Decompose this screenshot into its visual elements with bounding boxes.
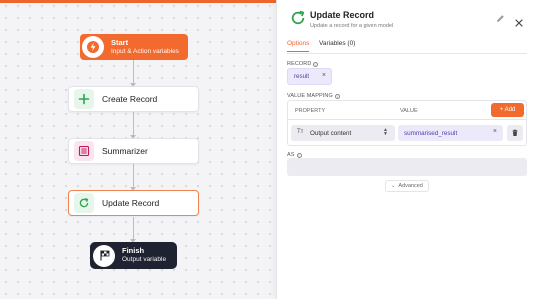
- lightning-icon: [82, 36, 104, 58]
- property-value: Output content: [310, 129, 352, 137]
- info-icon: i: [313, 61, 319, 67]
- as-input[interactable]: [287, 158, 527, 176]
- summarizer-icon: [74, 141, 94, 161]
- finish-node-subtitle: Output variable: [122, 256, 167, 264]
- value-chip[interactable]: summarised_result ×: [398, 125, 503, 141]
- finish-node-title: Finish: [122, 246, 145, 256]
- summarizer-node[interactable]: Summarizer: [68, 138, 199, 164]
- trash-icon: [512, 129, 518, 136]
- column-header-property: PROPERTY: [295, 108, 326, 114]
- create-record-label: Create Record: [102, 94, 158, 104]
- column-header-value: VALUE: [400, 108, 418, 114]
- refresh-icon: [74, 193, 94, 213]
- mapping-value: summarised_result: [404, 129, 458, 137]
- record-value: result: [294, 73, 310, 80]
- top-accent-bar: [0, 0, 276, 3]
- chevron-down-icon: ⌄: [391, 183, 396, 189]
- info-icon: i: [334, 93, 340, 99]
- remove-value-icon[interactable]: ×: [493, 128, 497, 135]
- create-record-node[interactable]: Create Record: [68, 86, 199, 112]
- update-record-node[interactable]: Update Record: [68, 190, 199, 216]
- value-mapping-table: PROPERTY VALUE + Add Tт Output content ▲…: [287, 100, 527, 146]
- value-mapping-header: PROPERTY VALUE + Add: [288, 101, 526, 120]
- start-node[interactable]: Start Input & Action variables: [80, 34, 188, 60]
- record-section-label: RECORD i: [287, 61, 319, 67]
- value-mapping-label: VALUE MAPPING: [287, 93, 333, 99]
- delete-row-button[interactable]: [507, 125, 523, 141]
- advanced-button[interactable]: ⌄ Advanced: [385, 180, 429, 192]
- refresh-icon: [291, 10, 305, 25]
- value-mapping-section-label: VALUE MAPPING i: [287, 93, 340, 99]
- panel-description: Update a record for a given model: [310, 23, 394, 29]
- edit-pencil-icon[interactable]: [496, 10, 505, 28]
- edge-summarizer-update: [130, 164, 136, 191]
- start-node-subtitle: Input & Action variables: [111, 47, 179, 55]
- panel-header-icon: [289, 9, 307, 27]
- close-icon[interactable]: [515, 14, 523, 32]
- checkered-flag-icon: [93, 244, 115, 267]
- panel-title: Update Record: [310, 10, 375, 20]
- record-chip[interactable]: result ×: [287, 68, 332, 85]
- add-mapping-button[interactable]: + Add: [491, 103, 524, 117]
- summarizer-label: Summarizer: [102, 146, 148, 156]
- text-type-icon: Tт: [297, 129, 304, 135]
- record-label: RECORD: [287, 61, 312, 67]
- property-select[interactable]: Tт Output content ▲ ▼: [291, 125, 395, 141]
- edge-create-summarizer: [130, 112, 136, 139]
- finish-node[interactable]: Finish Output variable: [90, 242, 177, 269]
- start-node-title: Start: [111, 37, 129, 47]
- remove-record-icon[interactable]: ×: [322, 72, 326, 79]
- panel-tabs: Options Variables (0): [287, 38, 527, 54]
- tab-variables[interactable]: Variables (0): [319, 40, 355, 51]
- edge-start-create: [130, 60, 136, 87]
- node-settings-panel: Update Record Update a record for a give…: [276, 0, 536, 299]
- edge-update-finish: [130, 217, 136, 243]
- advanced-label: Advanced: [398, 183, 423, 189]
- plus-icon: [74, 89, 94, 109]
- select-arrows-icon: ▲ ▼: [383, 127, 388, 137]
- info-icon: i: [296, 152, 302, 158]
- update-record-label: Update Record: [102, 198, 160, 208]
- workflow-canvas[interactable]: Start Input & Action variables Create Re…: [0, 0, 276, 299]
- tab-options[interactable]: Options: [287, 40, 310, 52]
